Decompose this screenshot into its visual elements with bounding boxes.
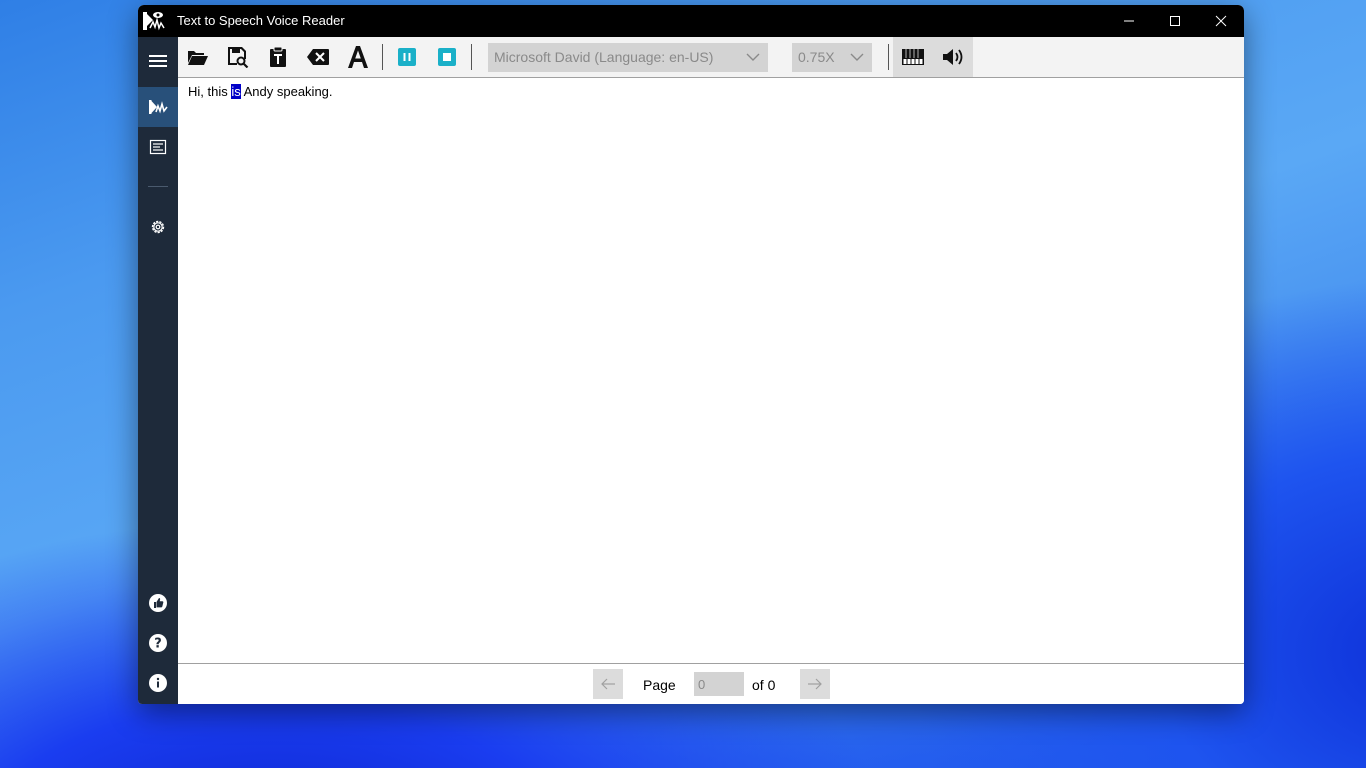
clear-text-button[interactable] (298, 37, 338, 77)
help-icon: ? (149, 634, 167, 652)
arrow-left-icon (601, 678, 615, 690)
chevron-down-icon (850, 53, 864, 61)
info-button[interactable] (138, 663, 178, 703)
pitch-button[interactable] (893, 37, 933, 77)
svg-text:?: ? (154, 637, 162, 652)
page-number-input[interactable] (694, 672, 744, 696)
paste-text-button[interactable] (258, 37, 298, 77)
stop-button[interactable] (427, 37, 467, 77)
save-button[interactable] (218, 37, 258, 77)
pager: Page of 0 (178, 664, 1244, 704)
sidebar-item-settings[interactable] (138, 207, 178, 247)
menu-icon (149, 55, 167, 67)
close-button[interactable] (1198, 5, 1244, 37)
settings-icon (151, 220, 165, 234)
sidebar-separator (148, 186, 168, 187)
maximize-button[interactable] (1152, 5, 1198, 37)
sidebar: ? (138, 37, 178, 704)
app-logo-icon (142, 10, 166, 32)
piano-keys-icon (902, 49, 924, 65)
toolbar-separator (382, 44, 383, 70)
font-icon (348, 46, 368, 68)
volume-icon (943, 49, 963, 65)
previous-page-button[interactable] (593, 669, 623, 699)
font-button[interactable] (338, 37, 378, 77)
sidebar-item-speech[interactable] (138, 87, 178, 127)
window-title: Text to Speech Voice Reader (177, 13, 345, 28)
page-label: Page (643, 677, 676, 693)
rate-button[interactable] (138, 583, 178, 623)
pause-button[interactable] (387, 37, 427, 77)
speech-icon (149, 100, 168, 114)
minimize-button[interactable] (1106, 5, 1152, 37)
menu-button[interactable] (138, 41, 178, 81)
minimize-icon (1124, 20, 1134, 22)
app-window: Text to Speech Voice Reader ? Microsoft … (138, 5, 1244, 704)
help-button[interactable]: ? (138, 623, 178, 663)
toolbar-separator (888, 44, 889, 70)
maximize-icon (1170, 16, 1180, 26)
arrow-right-icon (808, 678, 822, 690)
sidebar-item-text-list[interactable] (138, 127, 178, 167)
clear-icon (307, 49, 329, 65)
thumbs-up-icon (149, 594, 167, 612)
reading-text[interactable]: Hi, this is Andy speaking. (188, 84, 333, 99)
page-total-label: of 0 (752, 677, 776, 693)
voice-select[interactable]: Microsoft David (Language: en-US) (488, 43, 768, 72)
stop-icon (438, 48, 456, 66)
save-search-icon (228, 47, 249, 68)
text-list-icon (149, 139, 167, 155)
text-editor[interactable]: Hi, this is Andy speaking. (178, 78, 1244, 663)
title-bar[interactable]: Text to Speech Voice Reader (138, 5, 1244, 37)
toolbar: Microsoft David (Language: en-US) 0.75X (178, 37, 1244, 77)
chevron-down-icon (746, 53, 760, 61)
text-after: Andy speaking. (240, 84, 333, 99)
voice-select-value: Microsoft David (Language: en-US) (494, 49, 714, 65)
clipboard-text-icon (270, 46, 286, 67)
info-icon (149, 674, 167, 692)
speed-select-value: 0.75X (798, 49, 835, 65)
speed-select[interactable]: 0.75X (792, 43, 872, 72)
close-icon (1215, 15, 1227, 27)
text-before: Hi, this (188, 84, 232, 99)
next-page-button[interactable] (800, 669, 830, 699)
volume-button[interactable] (933, 37, 973, 77)
pause-icon (398, 48, 416, 66)
open-file-button[interactable] (178, 37, 218, 77)
folder-open-icon (188, 51, 208, 65)
current-word-highlight: is (231, 84, 241, 99)
toolbar-separator (471, 44, 472, 70)
